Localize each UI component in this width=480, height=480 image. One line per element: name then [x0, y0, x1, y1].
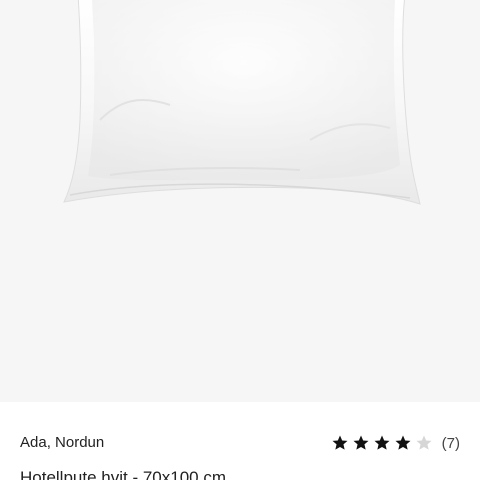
star-icon: [352, 434, 370, 452]
product-brand[interactable]: Ada, Nordun: [20, 434, 104, 451]
star-icon: [331, 434, 349, 452]
star-icon: [373, 434, 391, 452]
product-page: Ada, Nordun (7) Hotellpute hvit - 70x100…: [0, 0, 480, 480]
brand-rating-row: Ada, Nordun (7): [20, 432, 460, 454]
pillow-image: [63, 0, 421, 205]
product-rating[interactable]: (7): [331, 432, 460, 454]
star-icon: [394, 434, 412, 452]
product-image[interactable]: [0, 0, 480, 402]
rating-count[interactable]: (7): [442, 435, 460, 452]
product-title[interactable]: Hotellpute hvit - 70x100 cm: [20, 468, 226, 480]
star-empty-icon: [415, 434, 433, 452]
